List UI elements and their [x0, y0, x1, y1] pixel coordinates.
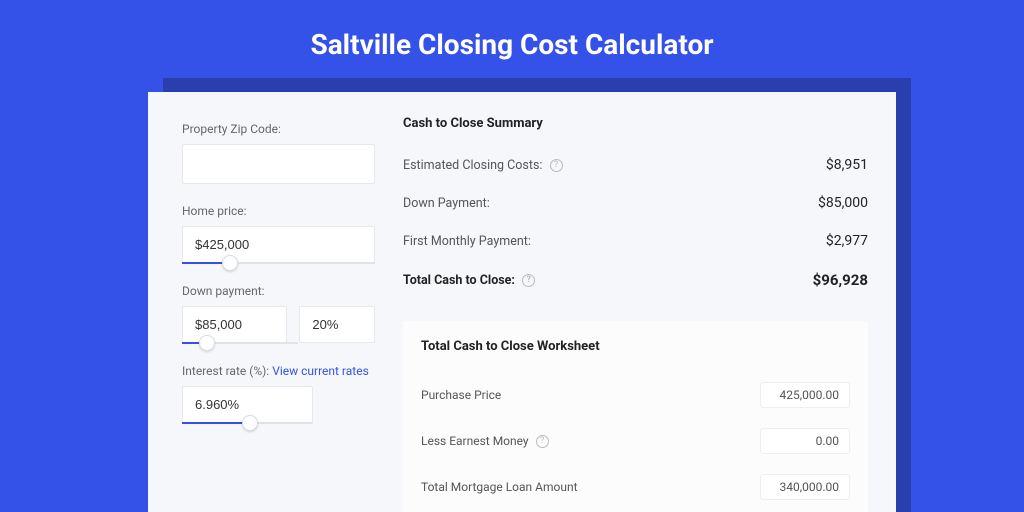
- down-payment-field-group: Down payment:: [182, 284, 375, 344]
- down-payment-slider[interactable]: [182, 342, 298, 344]
- summary-value: $85,000: [818, 195, 868, 211]
- worksheet-value[interactable]: 340,000.00: [760, 474, 850, 500]
- worksheet-value[interactable]: 425,000.00: [760, 382, 850, 408]
- view-rates-link[interactable]: View current rates: [272, 364, 369, 378]
- summary-label: First Monthly Payment:: [403, 234, 531, 249]
- help-icon[interactable]: ?: [536, 435, 549, 448]
- input-column: Property Zip Code: Home price: Down paym…: [148, 92, 403, 512]
- interest-slider[interactable]: [182, 422, 313, 424]
- page-title: Saltville Closing Cost Calculator: [0, 0, 1024, 61]
- home-price-slider-thumb[interactable]: [222, 255, 238, 271]
- worksheet-label: Less Earnest Money: [421, 434, 529, 448]
- home-price-field-group: Home price:: [182, 204, 375, 264]
- interest-field-group: Interest rate (%): View current rates: [182, 364, 375, 424]
- worksheet-row: Total Mortgage Loan Amount 340,000.00: [421, 464, 850, 510]
- interest-slider-thumb[interactable]: [242, 415, 258, 431]
- worksheet-row: Less Earnest Money ? 0.00: [421, 418, 850, 464]
- summary-total-value: $96,928: [813, 271, 868, 289]
- summary-row: First Monthly Payment: $2,977: [403, 225, 868, 263]
- summary-title: Cash to Close Summary: [403, 116, 868, 131]
- down-payment-slider-thumb[interactable]: [199, 335, 215, 351]
- interest-slider-fill: [182, 422, 250, 424]
- interest-label-row: Interest rate (%): View current rates: [182, 364, 375, 378]
- home-price-slider[interactable]: [182, 262, 375, 264]
- zip-label: Property Zip Code:: [182, 122, 375, 136]
- summary-value: $8,951: [826, 157, 868, 173]
- summary-total-row: Total Cash to Close: ? $96,928: [403, 263, 868, 303]
- home-price-label: Home price:: [182, 204, 375, 218]
- summary-label: Estimated Closing Costs:: [403, 158, 542, 173]
- down-payment-pct-input[interactable]: [299, 306, 375, 343]
- summary-row: Down Payment: $85,000: [403, 187, 868, 225]
- worksheet-label: Total Mortgage Loan Amount: [421, 480, 578, 494]
- zip-field-group: Property Zip Code:: [182, 122, 375, 184]
- summary-label: Down Payment:: [403, 196, 490, 211]
- down-payment-label: Down payment:: [182, 284, 375, 298]
- summary-row: Estimated Closing Costs: ? $8,951: [403, 149, 868, 187]
- help-icon[interactable]: ?: [522, 274, 535, 287]
- worksheet-row: Purchase Price 425,000.00: [421, 372, 850, 418]
- calculator-card: Property Zip Code: Home price: Down paym…: [148, 92, 896, 512]
- summary-value: $2,977: [826, 233, 868, 249]
- worksheet-title: Total Cash to Close Worksheet: [421, 339, 850, 354]
- worksheet-panel: Total Cash to Close Worksheet Purchase P…: [403, 321, 868, 512]
- zip-input[interactable]: [182, 144, 375, 184]
- down-payment-input[interactable]: [182, 306, 287, 343]
- worksheet-value[interactable]: 0.00: [760, 428, 850, 454]
- help-icon[interactable]: ?: [550, 159, 563, 172]
- interest-label: Interest rate (%):: [182, 364, 269, 378]
- summary-column: Cash to Close Summary Estimated Closing …: [403, 92, 896, 512]
- home-price-input[interactable]: [182, 226, 375, 263]
- summary-total-label: Total Cash to Close:: [403, 273, 515, 288]
- worksheet-label: Purchase Price: [421, 388, 501, 402]
